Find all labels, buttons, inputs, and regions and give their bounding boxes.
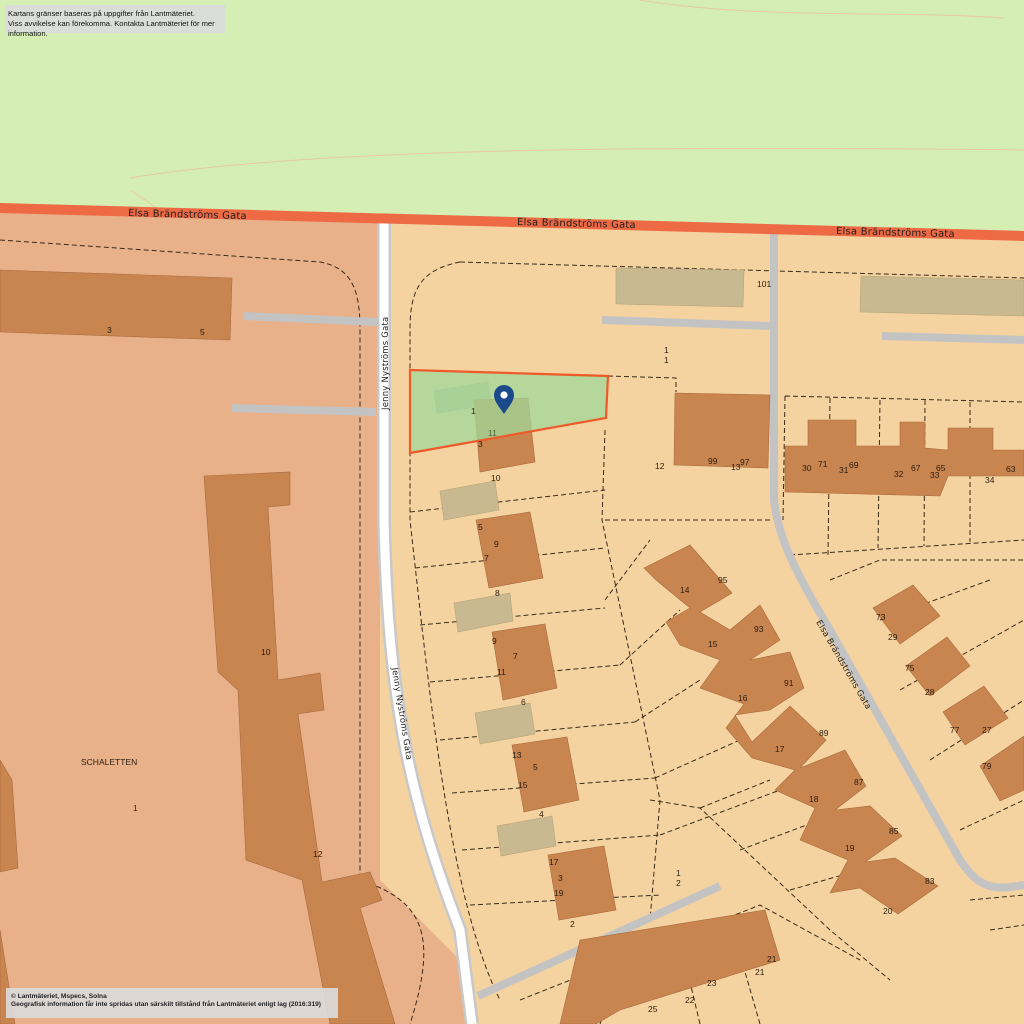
svg-text:21: 21 [755,967,765,977]
svg-text:93: 93 [754,624,764,634]
copyright-notice: © Lantmäteriet, Mspecs, Solna Geografisk… [6,988,338,1018]
svg-text:79: 79 [982,761,992,771]
svg-text:12: 12 [313,849,323,859]
svg-text:1: 1 [664,355,669,365]
svg-text:5: 5 [478,522,483,532]
svg-text:5: 5 [200,327,205,337]
property-map[interactable]: Elsa Brändströms Gata Elsa Brändströms G… [0,0,1024,1024]
svg-text:2: 2 [676,878,681,888]
svg-text:1: 1 [471,406,476,416]
svg-text:3: 3 [478,439,483,449]
svg-text:34: 34 [985,475,995,485]
map-canvas[interactable]: Elsa Brändströms Gata Elsa Brändströms G… [0,0,1024,1024]
svg-text:19: 19 [554,888,564,898]
svg-text:13: 13 [512,750,522,760]
svg-text:99: 99 [708,456,718,466]
svg-text:65: 65 [936,463,946,473]
svg-text:83: 83 [925,876,935,886]
svg-text:22: 22 [685,995,695,1005]
svg-text:101: 101 [757,279,771,289]
svg-text:31: 31 [839,465,849,475]
svg-text:87: 87 [854,777,864,787]
svg-text:71: 71 [818,459,828,469]
svg-text:15: 15 [518,780,528,790]
svg-text:10: 10 [491,473,501,483]
svg-text:89: 89 [819,728,829,738]
svg-text:7: 7 [513,651,518,661]
svg-text:67: 67 [911,463,921,473]
disclaimer-line-1: Kartans gränser baseras på uppgifter frå… [8,9,195,18]
copyright-line-1: © Lantmäteriet, Mspecs, Solna [11,993,107,1000]
svg-text:12: 12 [655,461,665,471]
svg-text:1: 1 [133,803,138,813]
svg-text:3: 3 [107,325,112,335]
svg-text:19: 19 [845,843,855,853]
svg-text:23: 23 [707,978,717,988]
svg-text:30: 30 [802,463,812,473]
building-west-row [0,269,233,341]
copyright-line-2: Geografisk information får inte spridas … [11,1001,321,1008]
svg-text:32: 32 [894,469,904,479]
svg-text:95: 95 [718,575,728,585]
svg-text:16: 16 [738,693,748,703]
svg-text:2: 2 [570,919,575,929]
svg-text:7: 7 [484,553,489,563]
svg-text:9: 9 [492,636,497,646]
svg-text:91: 91 [784,678,794,688]
svg-text:1: 1 [664,345,669,355]
svg-text:69: 69 [849,460,859,470]
svg-text:8: 8 [495,588,500,598]
svg-text:15: 15 [708,639,718,649]
svg-text:10: 10 [261,647,271,657]
svg-text:85: 85 [889,826,899,836]
svg-text:97: 97 [740,457,750,467]
svg-text:25: 25 [648,1004,658,1014]
svg-text:9: 9 [494,539,499,549]
svg-text:75: 75 [905,663,915,673]
boundary-disclaimer: Kartans gränser baseras på uppgifter frå… [5,5,226,38]
disclaimer-line-2: Viss avvikelse kan förekomma. Kontakta L… [8,19,215,38]
svg-text:17: 17 [549,857,559,867]
svg-text:27: 27 [982,725,992,735]
svg-text:11: 11 [497,667,506,677]
svg-text:20: 20 [883,906,893,916]
svg-text:5: 5 [533,762,538,772]
road-label-west-1: Jenny Nyströms Gata [381,317,391,411]
svg-text:29: 29 [888,632,898,642]
svg-text:14: 14 [680,585,690,595]
svg-text:77: 77 [950,725,960,735]
svg-text:18: 18 [809,794,819,804]
svg-text:63: 63 [1006,464,1016,474]
svg-text:28: 28 [925,687,935,697]
svg-text:1: 1 [676,868,681,878]
svg-text:4: 4 [539,809,544,819]
svg-text:17: 17 [775,744,785,754]
svg-text:73: 73 [876,612,886,622]
svg-text:6: 6 [521,697,526,707]
svg-text:21: 21 [767,954,777,964]
svg-text:11: 11 [488,428,497,438]
area-label-schaletten: SCHALETTEN [81,757,137,767]
svg-text:3: 3 [558,873,563,883]
